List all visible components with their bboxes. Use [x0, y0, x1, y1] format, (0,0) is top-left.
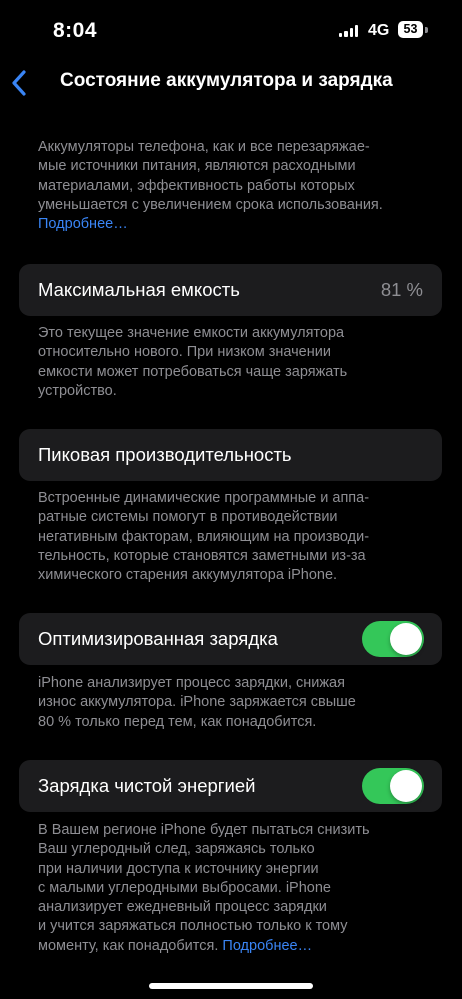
home-indicator — [149, 983, 313, 989]
optimized-charging-description: iPhone анализирует процесс зарядки, сниж… — [38, 675, 356, 730]
max-capacity-description: Это текущее значение емкости аккумулятор… — [38, 325, 348, 399]
max-capacity-cell: Максимальная емкость 81 % — [19, 264, 442, 316]
battery-icon: 53 — [398, 21, 423, 38]
peak-performance-cell: Пиковая производительность — [19, 429, 442, 481]
cellular-signal-icon — [339, 25, 359, 37]
toggle-knob — [390, 623, 422, 655]
clean-energy-description-block: В Вашем регионе iPhone будет пытаться сн… — [38, 821, 436, 956]
intro-text: Аккумуляторы телефона, как и все перезар… — [38, 139, 383, 213]
status-time: 8:04 — [53, 19, 98, 42]
peak-performance-description: Встроенные динамические программные и ап… — [38, 490, 370, 584]
optimized-charging-toggle[interactable] — [362, 621, 424, 657]
clean-energy-description: В Вашем регионе iPhone будет пытаться сн… — [38, 822, 370, 954]
battery-level: 53 — [403, 22, 418, 36]
max-capacity-label: Максимальная емкость — [38, 279, 240, 300]
toggle-knob — [390, 770, 422, 802]
intro-text-block: Аккумуляторы телефона, как и все перезар… — [38, 138, 436, 234]
clean-energy-toggle[interactable] — [362, 768, 424, 804]
optimized-charging-cell: Оптимизированная зарядка — [19, 613, 442, 665]
clean-energy-cell: Зарядка чистой энергией — [19, 760, 442, 812]
learn-more-link[interactable]: Подробнее… — [38, 216, 128, 232]
clean-energy-learn-more-link[interactable]: Подробнее… — [222, 938, 312, 954]
max-capacity-value: 81 % — [380, 279, 423, 300]
battery-cap — [425, 27, 428, 33]
status-bar: 8:04 4G 53 — [0, 0, 462, 62]
optimized-charging-label: Оптимизированная зарядка — [38, 628, 278, 649]
chevron-left-icon — [12, 70, 26, 96]
page-title: Состояние аккумулятора и зарядка — [60, 70, 393, 91]
clean-energy-label: Зарядка чистой энергией — [38, 775, 256, 796]
navigation-bar: Состояние аккумулятора и зарядка — [0, 62, 462, 102]
peak-performance-label: Пиковая производительность — [38, 444, 292, 465]
network-type: 4G — [368, 22, 390, 39]
back-button[interactable] — [6, 66, 36, 100]
